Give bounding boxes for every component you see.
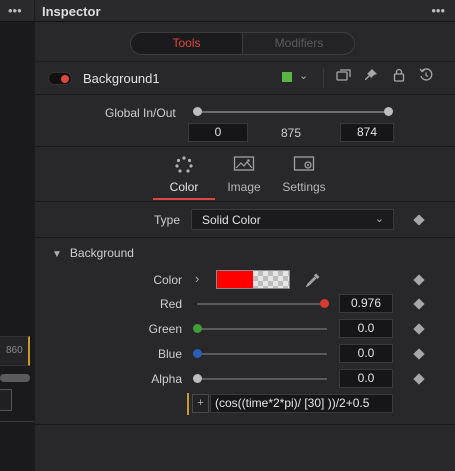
- reset-icon[interactable]: [417, 68, 435, 86]
- channel-slider-alpha[interactable]: [197, 378, 327, 380]
- tab-tools[interactable]: Tools: [131, 33, 243, 54]
- global-range-track[interactable]: [197, 111, 389, 113]
- left-panel-header: •••: [0, 0, 34, 22]
- divider: [0, 421, 34, 422]
- color-label: Color: [153, 273, 182, 287]
- global-in-out-label: Global In/Out: [105, 106, 176, 120]
- keyframe-icon[interactable]: [413, 298, 425, 310]
- section-title: Background: [69, 246, 134, 260]
- frame-number: 860: [6, 345, 23, 356]
- divider: [323, 68, 324, 88]
- type-value: Solid Color: [202, 213, 261, 227]
- node-color-swatch[interactable]: [282, 72, 292, 82]
- channel-slider-handle-alpha[interactable]: [193, 374, 202, 383]
- channel-value-red[interactable]: 0.976: [339, 294, 393, 313]
- channel-label-blue: Blue: [157, 347, 182, 361]
- add-expression-button[interactable]: +: [192, 394, 209, 413]
- color-swatch-fill: [217, 271, 253, 288]
- tool-sub-tabs: Color Image Settings: [35, 147, 455, 202]
- node-enable-toggle[interactable]: [48, 72, 72, 85]
- type-row: Type Solid Color ⌄: [35, 202, 455, 236]
- inspector-panel: Inspector ••• Tools Modifiers Background…: [35, 0, 455, 471]
- channel-value-alpha[interactable]: 0.0: [339, 369, 393, 388]
- color-dots-icon: [154, 155, 214, 177]
- active-tab-indicator: [153, 198, 215, 200]
- expression-indicator: [187, 393, 189, 415]
- channel-slider-handle-red[interactable]: [319, 299, 329, 308]
- global-duration: 875: [281, 126, 302, 140]
- keyframe-icon[interactable]: [413, 373, 425, 385]
- channel-slider-handle-green[interactable]: [193, 324, 202, 333]
- global-in-handle[interactable]: [193, 107, 202, 116]
- tab-settings-label: Settings: [282, 180, 326, 194]
- tab-image-label: Image: [227, 180, 261, 194]
- type-dropdown[interactable]: Solid Color ⌄: [191, 209, 394, 230]
- node-name: Background1: [83, 71, 160, 86]
- timeline-control[interactable]: [0, 389, 12, 411]
- channel-slider-red[interactable]: [197, 303, 327, 305]
- keyframe-icon[interactable]: [413, 323, 425, 335]
- left-panel-menu-icon[interactable]: •••: [8, 3, 22, 18]
- divider: [35, 237, 455, 238]
- pin-icon[interactable]: [362, 68, 380, 86]
- tab-image[interactable]: Image: [214, 155, 274, 194]
- channel-slider-green[interactable]: [197, 328, 327, 330]
- tab-color-label: Color: [169, 180, 199, 194]
- inspector-menu-icon[interactable]: •••: [431, 3, 445, 18]
- divider: [35, 424, 455, 425]
- timeline-scrollbar[interactable]: [0, 374, 30, 382]
- color-swatch-alpha: [253, 271, 289, 288]
- panel-title: Inspector: [42, 4, 101, 19]
- keyframe-icon[interactable]: [413, 214, 425, 226]
- image-icon: [214, 155, 274, 177]
- tab-modifiers[interactable]: Modifiers: [243, 33, 354, 54]
- chevron-down-icon: ⌄: [374, 213, 384, 225]
- node-header: Background1 ⌄: [35, 62, 455, 95]
- toggle-icon: [61, 75, 69, 83]
- expression-field[interactable]: (cos((time*2*pi)/ [30] ))/2+0.5: [210, 394, 393, 413]
- background-section-header[interactable]: ▼ Background: [52, 246, 134, 260]
- channel-slider-handle-blue[interactable]: [193, 349, 202, 358]
- left-panel: ••• 860: [0, 0, 34, 471]
- color-chevron-icon[interactable]: ⌄: [299, 69, 308, 82]
- keyframe-icon[interactable]: [413, 348, 425, 360]
- collapse-arrow-icon: ▼: [52, 249, 62, 260]
- tab-settings[interactable]: Settings: [274, 155, 334, 194]
- keyframe-icon[interactable]: [413, 274, 425, 286]
- channel-label-red: Red: [159, 297, 182, 311]
- tools-modifiers-switch: Tools Modifiers: [130, 32, 355, 55]
- channel-label-green: Green: [148, 322, 182, 336]
- channel-value-green[interactable]: 0.0: [339, 319, 393, 338]
- channel-slider-blue[interactable]: [197, 353, 327, 355]
- global-out-handle[interactable]: [384, 107, 393, 116]
- global-out-field[interactable]: 874: [340, 123, 394, 142]
- timeline-frame-marker[interactable]: 860: [0, 336, 30, 366]
- color-swatch[interactable]: [216, 270, 290, 289]
- settings-gear-icon: [274, 155, 334, 177]
- expand-arrow-icon[interactable]: ›: [195, 271, 199, 286]
- lock-icon[interactable]: [390, 68, 408, 86]
- channel-label-alpha: Alpha: [151, 372, 182, 386]
- channel-value-blue[interactable]: 0.0: [339, 344, 393, 363]
- global-in-field[interactable]: 0: [188, 123, 248, 142]
- inspector-header: Inspector •••: [35, 0, 455, 22]
- type-label: Type: [154, 213, 181, 227]
- eyedropper-icon[interactable]: [305, 272, 321, 291]
- tab-color[interactable]: Color: [154, 155, 214, 194]
- inspector-tab-bar: Tools Modifiers: [35, 22, 455, 62]
- global-in-out: Global In/Out 0 875 874: [35, 95, 455, 147]
- versions-icon[interactable]: [335, 68, 353, 86]
